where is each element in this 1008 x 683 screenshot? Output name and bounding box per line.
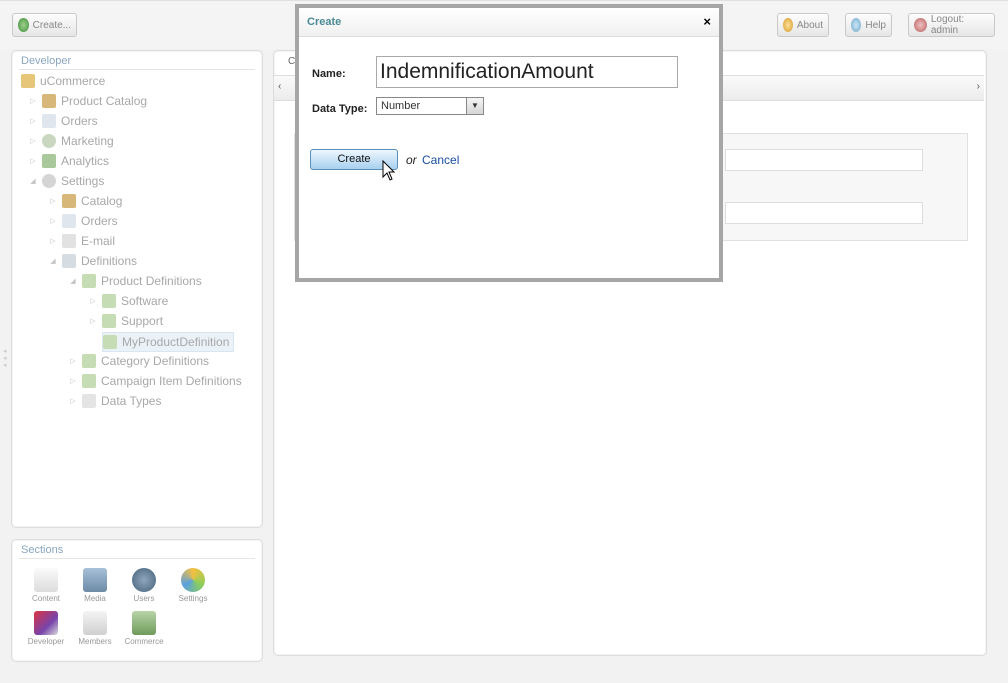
section-users[interactable]: Users [119,568,169,603]
settings-icon [181,568,205,592]
expand-arrow-icon[interactable]: ▷ [49,197,57,205]
settings-icon [42,174,56,188]
media-icon [83,568,107,592]
property-field-2[interactable] [725,202,923,224]
orders-icon [62,214,76,228]
collapse-arrow-icon[interactable]: ◢ [69,277,77,285]
create-dialog: Create × Name: Data Type: Number ▼ Creat… [295,4,723,282]
section-content[interactable]: Content [21,568,71,603]
tree-item-definitions[interactable]: ◢ Definitions [49,252,137,270]
tree-item-software[interactable]: ▷ Software [89,292,168,310]
info-icon [783,18,793,32]
tree-item-myproductdefinition[interactable]: MyProductDefinition [102,332,235,352]
definition-icon [82,374,96,388]
tree-item-ucommerce[interactable]: uCommerce [21,72,105,90]
collapse-arrow-icon[interactable]: ◢ [29,177,37,185]
expand-arrow-icon[interactable]: ▷ [69,377,77,385]
tree-item-settings-orders[interactable]: ▷ Orders [49,212,118,230]
splitter-grip-icon[interactable]: ◂ ◂ ◂ [3,348,8,378]
expand-arrow-icon[interactable]: ▷ [69,357,77,365]
dialog-title: Create [307,16,342,28]
developer-panel-title: Developer [21,55,72,67]
tree-item-product-catalog[interactable]: ▷ Product Catalog [29,92,147,110]
datatype-selected-value: Number [381,100,421,112]
tree-item-analytics[interactable]: ▷ Analytics [29,152,109,170]
tree-item-marketing[interactable]: ▷ Marketing [29,132,114,150]
section-commerce[interactable]: Commerce [119,611,169,646]
expand-arrow-icon[interactable]: ▷ [89,317,97,325]
tree-item-settings[interactable]: ◢ Settings [29,172,104,190]
tree-item-support[interactable]: ▷ Support [89,312,163,330]
expand-arrow-icon[interactable]: ▷ [69,397,77,405]
definition-icon [103,335,117,349]
name-input[interactable] [376,56,678,88]
help-icon [851,18,862,32]
section-media[interactable]: Media [70,568,120,603]
section-settings[interactable]: Settings [168,568,218,603]
scroll-left-icon[interactable]: ‹ [278,81,281,92]
expand-arrow-icon[interactable]: ▷ [89,297,97,305]
help-button[interactable]: Help [845,13,892,37]
datatype-select[interactable]: Number ▼ [376,97,484,115]
create-icon [18,18,29,32]
logout-icon [914,18,927,32]
expand-arrow-icon[interactable]: ▷ [29,97,37,105]
definition-icon [82,354,96,368]
dialog-header: Create × [299,8,719,37]
expand-arrow-icon[interactable]: ▷ [49,237,57,245]
datatypes-icon [82,394,96,408]
email-icon [62,234,76,248]
marketing-icon [42,134,56,148]
cancel-link[interactable]: Cancel [422,153,459,167]
sections-panel: Sections Content Media Users Settings De… [11,539,263,662]
developer-icon [34,611,58,635]
folder-icon [21,74,35,88]
content-icon [34,568,58,592]
create-button[interactable]: Create... [12,13,77,37]
mouse-pointer-icon [382,160,396,181]
tree-item-orders[interactable]: ▷ Orders [29,112,98,130]
definition-icon [102,314,116,328]
commerce-icon [132,611,156,635]
close-icon[interactable]: × [703,14,711,29]
section-developer[interactable]: Developer [21,611,71,646]
name-label: Name: [312,68,346,80]
users-icon [132,568,156,592]
catalog-icon [62,194,76,208]
expand-arrow-icon[interactable]: ▷ [49,217,57,225]
about-button[interactable]: About [777,13,829,37]
sections-panel-title: Sections [21,544,64,556]
tree-item-catalog[interactable]: ▷ Catalog [49,192,122,210]
tree-item-data-types[interactable]: ▷ Data Types [69,392,161,410]
logout-button[interactable]: Logout: admin [908,13,995,37]
tree-item-email[interactable]: ▷ E-mail [49,232,115,250]
definition-icon [102,294,116,308]
members-icon [83,611,107,635]
or-text: or [406,153,417,167]
tree-item-product-definitions[interactable]: ◢ Product Definitions [69,272,202,290]
expand-arrow-icon[interactable]: ▷ [29,117,37,125]
catalog-icon [42,94,56,108]
tree-item-category-definitions[interactable]: ▷ Category Definitions [69,352,209,370]
orders-icon [42,114,56,128]
developer-panel: Developer uCommerce ▷ Product Catalog ▷ … [11,50,263,528]
section-members[interactable]: Members [70,611,120,646]
definition-icon [82,274,96,288]
property-field-1[interactable] [725,149,923,171]
expand-arrow-icon[interactable]: ▷ [29,157,37,165]
definitions-icon [62,254,76,268]
analytics-icon [42,154,56,168]
scroll-right-icon[interactable]: › [977,81,980,92]
expand-arrow-icon[interactable]: ▷ [29,137,37,145]
tree-item-campaign-item-definitions[interactable]: ▷ Campaign Item Definitions [69,372,242,390]
collapse-arrow-icon[interactable]: ◢ [49,257,57,265]
datatype-label: Data Type: [312,103,368,115]
chevron-down-icon[interactable]: ▼ [466,98,483,114]
